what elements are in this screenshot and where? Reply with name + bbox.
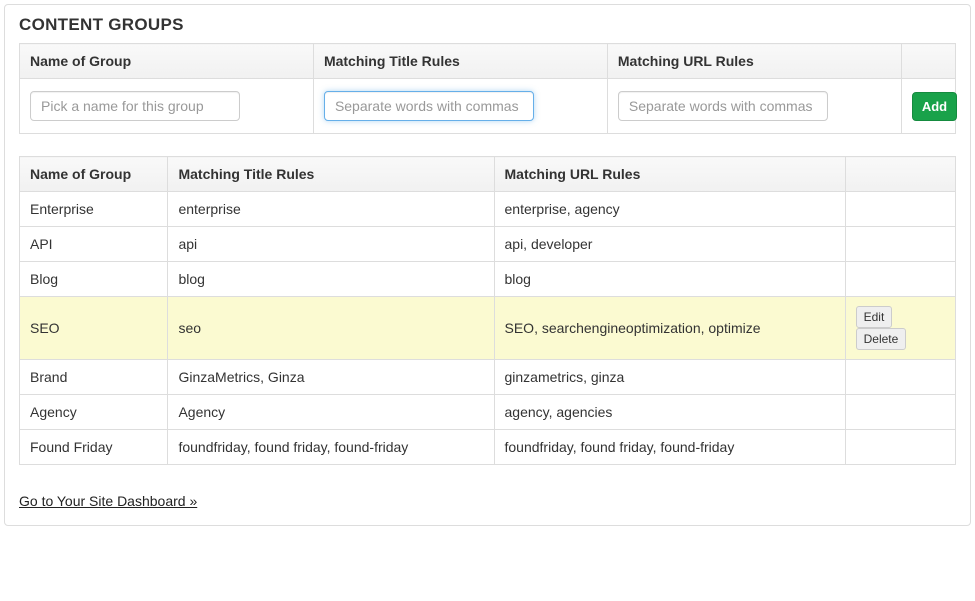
cell-actions [845,360,955,395]
cell-name: Found Friday [20,430,168,465]
table-row: AgencyAgencyagency, agencies [20,395,956,430]
col-header-name: Name of Group [20,157,168,192]
table-row: Enterpriseenterpriseenterprise, agency [20,192,956,227]
table-row: BrandGinzaMetrics, Ginzaginzametrics, gi… [20,360,956,395]
cell-url-rules: SEO, searchengineoptimization, optimize [494,297,845,360]
table-row: APIapiapi, developer [20,227,956,262]
col-header-title: Matching Title Rules [168,157,494,192]
table-row: Found Fridayfoundfriday, found friday, f… [20,430,956,465]
cell-actions [845,430,955,465]
cell-url-rules: ginzametrics, ginza [494,360,845,395]
cell-name: Enterprise [20,192,168,227]
cell-title-rules: blog [168,262,494,297]
cell-name: Brand [20,360,168,395]
cell-url-rules: api, developer [494,227,845,262]
new-group-form-table: Name of Group Matching Title Rules Match… [19,43,956,134]
cell-url-rules: enterprise, agency [494,192,845,227]
cell-name: Agency [20,395,168,430]
form-header-url: Matching URL Rules [607,44,901,79]
group-name-input[interactable] [30,91,240,121]
form-header-name: Name of Group [20,44,314,79]
cell-name: Blog [20,262,168,297]
add-button[interactable]: Add [912,92,957,121]
col-header-url: Matching URL Rules [494,157,845,192]
cell-url-rules: agency, agencies [494,395,845,430]
cell-title-rules: GinzaMetrics, Ginza [168,360,494,395]
delete-button[interactable]: Delete [856,328,907,350]
cell-actions: EditDelete [845,297,955,360]
panel-title: CONTENT GROUPS [19,15,956,35]
cell-title-rules: api [168,227,494,262]
cell-url-rules: blog [494,262,845,297]
cell-title-rules: enterprise [168,192,494,227]
edit-button[interactable]: Edit [856,306,893,328]
dashboard-link[interactable]: Go to Your Site Dashboard » [19,493,197,509]
col-header-actions [845,157,955,192]
cell-name: SEO [20,297,168,360]
form-header-actions [901,44,955,79]
title-rules-input[interactable] [324,91,534,121]
cell-title-rules: Agency [168,395,494,430]
cell-actions [845,262,955,297]
content-groups-panel: CONTENT GROUPS Name of Group Matching Ti… [4,4,971,526]
cell-name: API [20,227,168,262]
cell-title-rules: foundfriday, found friday, found-friday [168,430,494,465]
cell-actions [845,192,955,227]
table-row: SEOseoSEO, searchengineoptimization, opt… [20,297,956,360]
cell-actions [845,395,955,430]
table-row: Blogblogblog [20,262,956,297]
cell-title-rules: seo [168,297,494,360]
groups-table: Name of Group Matching Title Rules Match… [19,156,956,465]
cell-url-rules: foundfriday, found friday, found-friday [494,430,845,465]
form-header-title: Matching Title Rules [313,44,607,79]
url-rules-input[interactable] [618,91,828,121]
cell-actions [845,227,955,262]
